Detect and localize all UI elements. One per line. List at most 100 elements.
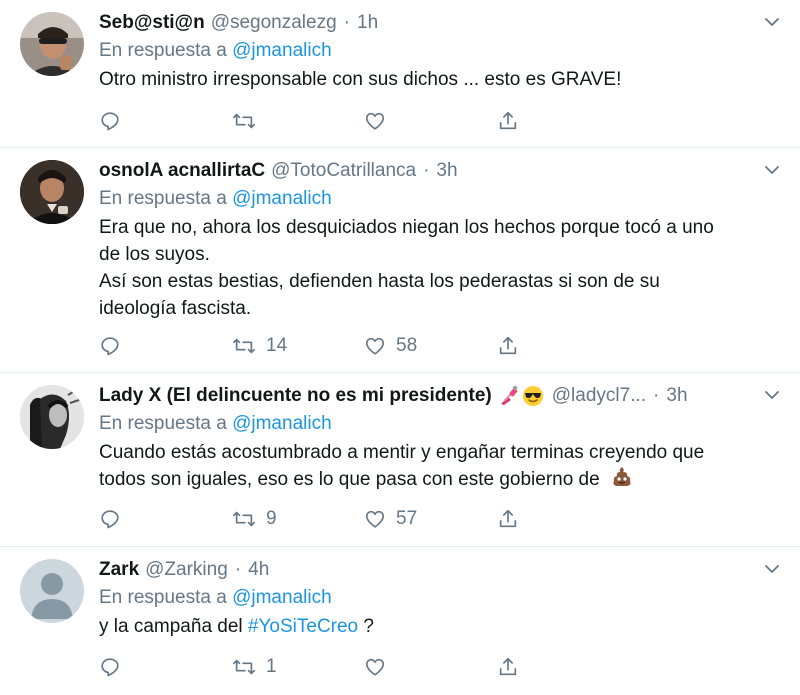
avatar[interactable]	[20, 385, 84, 449]
separator-dot: ·	[653, 385, 660, 406]
retweet-button[interactable]: 1	[232, 654, 322, 680]
reply-prefix: En respuesta a	[99, 188, 227, 209]
display-name[interactable]: Seb@sti@n	[99, 10, 205, 36]
avatar-image	[20, 385, 84, 449]
timestamp[interactable]: 4h	[248, 557, 269, 583]
tweet-text-line-wrap: todos son iguales, eso es lo que pasa co…	[99, 466, 780, 493]
tweet-text: Cuando estás acostumbrado a mentir y eng…	[99, 439, 780, 493]
retweet-count: 1	[266, 656, 277, 677]
tweet-text-line: ideología fascista.	[99, 298, 252, 319]
heart-icon	[365, 510, 385, 528]
share-icon	[499, 336, 517, 355]
retweet-icon	[233, 338, 255, 354]
retweet-button[interactable]	[232, 108, 256, 134]
tweet-header: Lady X (El delincuente no es mi presiden…	[99, 383, 780, 409]
separator-dot: ·	[343, 12, 350, 33]
reply-icon	[101, 337, 119, 356]
heart-icon	[365, 658, 385, 676]
tweet-text-line: Así son estas bestias, defienden hasta l…	[99, 271, 660, 292]
reply-button[interactable]	[99, 333, 121, 359]
tweet-text-line: Cuando estás acostumbrado a mentir y eng…	[99, 442, 705, 463]
reply-mention[interactable]: @jmanalich	[232, 188, 332, 209]
avatar[interactable]	[20, 160, 84, 224]
tweet[interactable]: osnolA acnallirtaC @TotoCatrillanca · 3h…	[0, 148, 800, 373]
tweet-header: Seb@sti@n @segonzalezg · 1h	[99, 10, 780, 36]
tweet-text: Era que no, ahora los desquiciados niega…	[99, 214, 780, 322]
tweet-text-line: Era que no, ahora los desquiciados niega…	[99, 217, 714, 238]
heart-icon	[365, 337, 385, 355]
like-button[interactable]: 58	[364, 333, 454, 359]
share-button[interactable]	[497, 506, 519, 532]
tweet-header: osnolA acnallirtaC @TotoCatrillanca · 3h	[99, 158, 780, 184]
share-icon	[499, 111, 517, 130]
tweet-text: y la campaña del #YoSiTeCreo ?	[99, 613, 780, 640]
avatar[interactable]	[20, 12, 84, 76]
reply-button[interactable]	[99, 108, 121, 134]
tweet-text: Otro ministro irresponsable con sus dich…	[99, 66, 780, 93]
heart-icon	[365, 112, 385, 130]
reply-mention[interactable]: @jmanalich	[232, 587, 332, 608]
share-button[interactable]	[497, 333, 519, 359]
retweet-icon	[233, 113, 255, 129]
like-button[interactable]	[364, 654, 386, 680]
reply-context: En respuesta a @jmanalich	[99, 186, 780, 212]
separator-dot: ·	[423, 160, 430, 181]
reply-icon	[101, 658, 119, 677]
retweet-count: 14	[266, 335, 288, 356]
share-icon	[499, 657, 517, 676]
separator-dot: ·	[234, 559, 242, 580]
nail-polish-emoji	[498, 385, 520, 407]
reply-context: En respuesta a @jmanalich	[99, 585, 780, 611]
tweet-header: Zark @Zarking · 4h	[99, 557, 780, 583]
tweet-text-line: de los suyos.	[99, 244, 210, 265]
pile-of-poo-emoji	[611, 466, 633, 488]
reply-context: En respuesta a @jmanalich	[99, 38, 780, 64]
reply-icon	[101, 112, 119, 131]
avatar[interactable]	[20, 559, 84, 623]
tweet-text-suffix: ?	[358, 616, 374, 637]
default-avatar-icon	[20, 559, 84, 623]
tweet[interactable]: Seb@sti@n @segonzalezg · 1h En respuesta…	[0, 0, 800, 148]
timestamp[interactable]: 1h	[357, 10, 378, 36]
retweet-count: 9	[266, 508, 277, 529]
user-handle[interactable]: @segonzalezg	[211, 10, 337, 36]
tweet-text-line: todos son iguales, eso es lo que pasa co…	[99, 469, 600, 490]
user-handle[interactable]: @ladycl7...	[552, 383, 646, 409]
hashtag-link[interactable]: #YoSiTeCreo	[248, 616, 358, 637]
tweet-text-line: Otro ministro irresponsable con sus dich…	[99, 69, 622, 90]
retweet-button[interactable]: 14	[232, 333, 322, 359]
like-button[interactable]	[364, 108, 386, 134]
avatar-image	[20, 160, 84, 224]
reply-icon	[101, 510, 119, 529]
tweet-feed: Seb@sti@n @segonzalezg · 1h En respuesta…	[0, 0, 800, 695]
share-button[interactable]	[497, 654, 519, 680]
reply-mention[interactable]: @jmanalich	[232, 40, 332, 61]
display-name[interactable]: Zark	[99, 557, 139, 583]
retweet-icon	[233, 511, 255, 527]
share-button[interactable]	[497, 108, 519, 134]
reply-prefix: En respuesta a	[99, 413, 227, 434]
reply-button[interactable]	[99, 654, 121, 680]
reply-prefix: En respuesta a	[99, 40, 227, 61]
reply-button[interactable]	[99, 506, 121, 532]
user-handle[interactable]: @TotoCatrillanca	[271, 158, 416, 184]
tweet-text-prefix: y la campaña del	[99, 616, 248, 637]
tweet[interactable]: Zark @Zarking · 4h En respuesta a @jmana…	[0, 547, 800, 695]
reply-prefix: En respuesta a	[99, 587, 227, 608]
avatar-image	[20, 12, 84, 76]
reply-mention[interactable]: @jmanalich	[232, 413, 332, 434]
share-icon	[499, 509, 517, 528]
timestamp[interactable]: 3h	[436, 158, 457, 184]
like-button[interactable]: 57	[364, 506, 454, 532]
like-count: 57	[396, 508, 418, 529]
like-count: 58	[396, 335, 418, 356]
tweet[interactable]: Lady X (El delincuente no es mi presiden…	[0, 373, 800, 547]
timestamp[interactable]: 3h	[666, 383, 687, 409]
user-handle[interactable]: @Zarking	[145, 557, 228, 583]
display-name[interactable]: Lady X (El delincuente no es mi presiden…	[99, 383, 492, 409]
retweet-icon	[233, 659, 255, 675]
reply-context: En respuesta a @jmanalich	[99, 411, 780, 437]
sunglasses-emoji	[522, 385, 544, 407]
retweet-button[interactable]: 9	[232, 506, 322, 532]
display-name[interactable]: osnolA acnallirtaC	[99, 158, 265, 184]
